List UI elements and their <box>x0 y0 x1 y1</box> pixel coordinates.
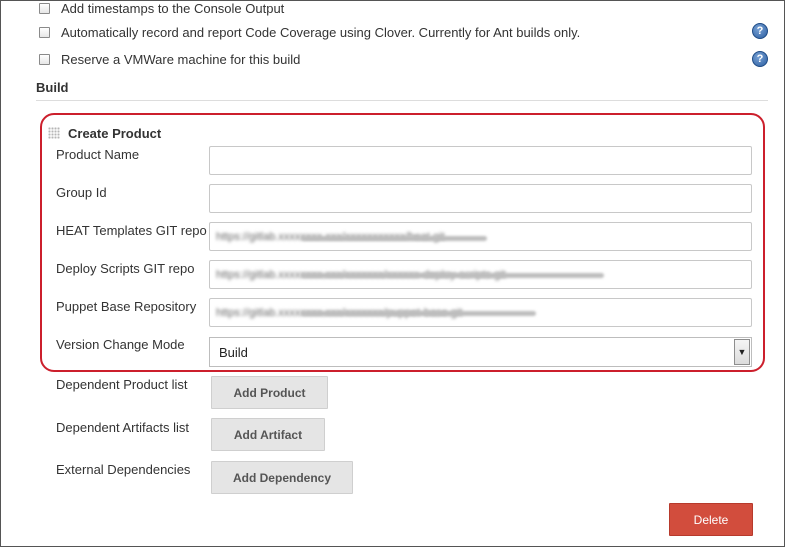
block-title: Create Product <box>68 126 162 141</box>
select-value: Build <box>219 344 248 360</box>
option-clover-coverage: Automatically record and report Code Cov… <box>39 22 580 42</box>
add-dependency-button[interactable]: Add Dependency <box>211 461 353 494</box>
vmware-checkbox[interactable] <box>39 53 50 65</box>
help-icon[interactable]: ? <box>752 23 768 39</box>
add-product-button[interactable]: Add Product <box>211 376 328 409</box>
product-name-input[interactable] <box>209 146 752 175</box>
external-dependencies-label: External Dependencies <box>56 462 191 477</box>
timestamps-checkbox[interactable] <box>39 2 50 14</box>
version-change-mode-select[interactable]: Build ▼ <box>209 337 752 367</box>
help-icon[interactable]: ? <box>752 51 768 67</box>
drag-handle-icon[interactable] <box>48 127 60 139</box>
dependent-artifacts-label: Dependent Artifacts list <box>56 420 189 435</box>
delete-button[interactable]: Delete <box>669 503 753 536</box>
clover-coverage-checkbox[interactable] <box>39 26 50 38</box>
deploy-scripts-label: Deploy Scripts GIT repo <box>56 261 195 276</box>
option-timestamps: Add timestamps to the Console Output <box>39 0 284 18</box>
heat-templates-label: HEAT Templates GIT repo <box>56 223 207 238</box>
redaction-bar <box>301 236 487 241</box>
group-id-input[interactable] <box>209 184 752 213</box>
option-label: Reserve a VMWare machine for this build <box>61 51 301 67</box>
puppet-base-label: Puppet Base Repository <box>56 299 197 314</box>
dependent-product-label: Dependent Product list <box>56 377 188 392</box>
option-label: Add timestamps to the Console Output <box>61 0 285 16</box>
option-label: Automatically record and report Code Cov… <box>61 24 581 40</box>
chevron-down-icon[interactable]: ▼ <box>734 339 750 365</box>
option-vmware: Reserve a VMWare machine for this build <box>39 49 300 69</box>
product-name-label: Product Name <box>56 147 140 162</box>
redaction-bar <box>301 273 604 278</box>
redaction-bar <box>301 311 536 316</box>
group-id-label: Group Id <box>56 185 107 200</box>
add-artifact-button[interactable]: Add Artifact <box>211 418 325 451</box>
version-change-mode-label: Version Change Mode <box>56 337 185 352</box>
section-title-build: Build <box>36 80 69 95</box>
job-config-page: { "options": [ {"label": "Add timestamps… <box>0 0 785 547</box>
section-divider <box>36 100 768 101</box>
